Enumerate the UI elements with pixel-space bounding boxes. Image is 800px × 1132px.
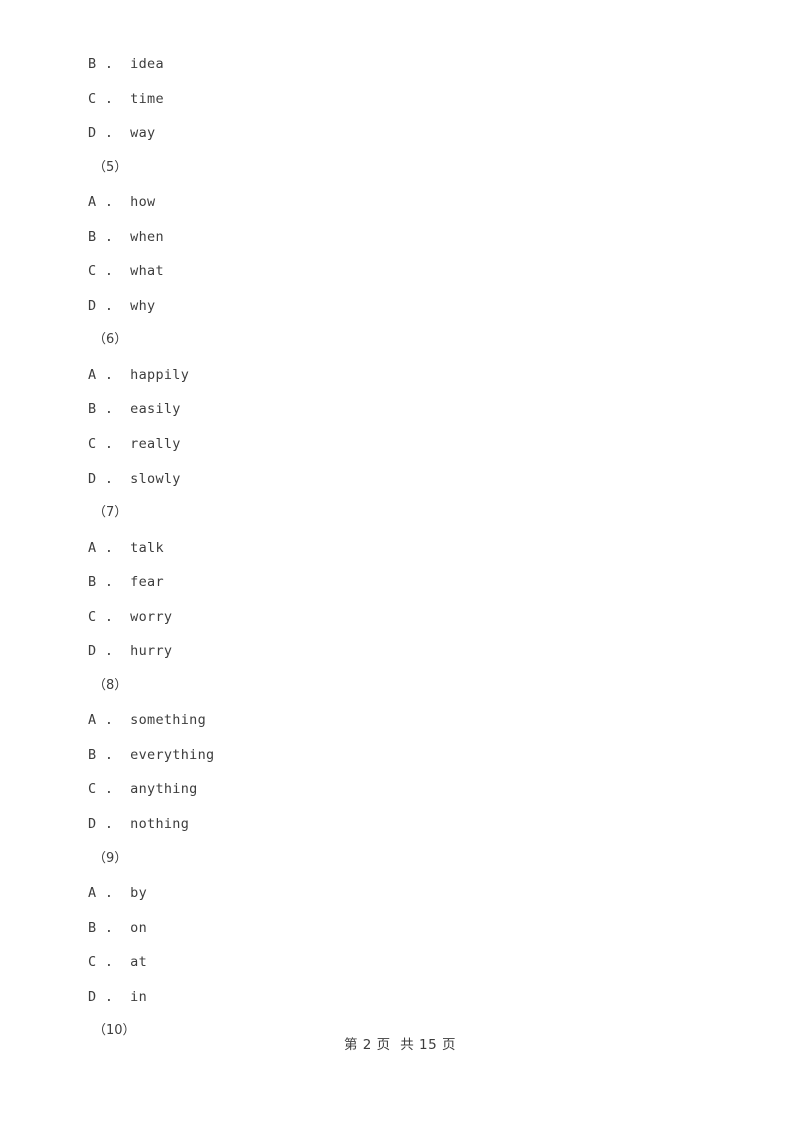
option-separator: . <box>96 574 131 591</box>
option-text: worry <box>130 608 173 625</box>
answer-option: C . time <box>88 82 708 117</box>
option-separator: . <box>96 919 131 936</box>
option-text: in <box>130 988 148 1005</box>
answer-option: B . idea <box>88 47 708 82</box>
option-separator: . <box>96 297 131 314</box>
answer-option: C . worry <box>88 600 708 635</box>
answer-option: D . slowly <box>88 462 708 497</box>
answer-option: C . at <box>88 945 708 980</box>
option-separator: . <box>96 436 131 453</box>
option-separator: . <box>96 781 131 798</box>
answer-option: B . fear <box>88 565 708 600</box>
option-text: when <box>130 228 164 245</box>
answer-option: D . nothing <box>88 807 708 842</box>
option-text: what <box>130 263 164 280</box>
option-text: idea <box>130 56 164 72</box>
option-separator: . <box>96 401 131 418</box>
option-separator: . <box>96 608 131 625</box>
option-separator: . <box>96 539 131 556</box>
option-text: fear <box>130 574 164 591</box>
option-separator: . <box>96 712 131 729</box>
option-text: by <box>130 885 148 902</box>
option-separator: . <box>96 643 131 660</box>
answer-option: A . talk <box>88 531 708 566</box>
option-text: hurry <box>130 643 173 660</box>
question-number: （7） <box>93 505 128 521</box>
answer-option: D . way <box>88 116 708 151</box>
option-separator: . <box>96 885 131 902</box>
option-text: on <box>130 919 148 936</box>
option-text: easily <box>130 401 181 418</box>
answer-option: C . what <box>88 254 708 289</box>
answer-option: A . how <box>88 185 708 220</box>
answer-option: C . anything <box>88 772 708 807</box>
option-text: really <box>130 436 181 453</box>
option-separator: . <box>96 816 131 833</box>
options-list: B . idea C . time D . way （5） A . how B . whe… <box>88 47 708 1049</box>
option-text: nothing <box>130 816 190 833</box>
option-text: way <box>130 125 156 142</box>
answer-option: C . really <box>88 427 708 462</box>
option-separator: . <box>96 228 131 245</box>
question-number: （6） <box>93 332 128 348</box>
option-separator: . <box>96 988 131 1005</box>
answer-option: A . happily <box>88 358 708 393</box>
option-separator: . <box>96 366 131 383</box>
option-text: time <box>130 90 164 107</box>
question-number: （9） <box>93 850 128 866</box>
option-text: why <box>130 297 156 314</box>
option-separator: . <box>96 954 131 971</box>
question-number: （5） <box>93 159 128 175</box>
option-text: anything <box>130 781 198 798</box>
answer-option: B . on <box>88 911 708 946</box>
option-separator: . <box>96 125 131 142</box>
question-number: （8） <box>93 677 128 693</box>
answer-option: B . when <box>88 220 708 255</box>
option-text: at <box>130 954 148 971</box>
answer-option: B . everything <box>88 738 708 773</box>
page-footer: 第 2 页 共 15 页 <box>343 1037 456 1053</box>
option-separator: . <box>96 90 131 107</box>
option-text: how <box>130 194 156 211</box>
option-text: talk <box>130 539 164 556</box>
option-separator: . <box>96 194 131 211</box>
option-separator: . <box>96 470 131 487</box>
answer-option: B . easily <box>88 392 708 427</box>
option-separator: . <box>96 263 131 280</box>
option-text: everything <box>130 746 215 763</box>
option-text: slowly <box>130 470 181 487</box>
answer-option: A . something <box>88 703 708 738</box>
answer-option: D . hurry <box>88 634 708 669</box>
option-separator: . <box>96 746 131 763</box>
option-text: something <box>130 712 207 729</box>
document-page: B . idea C . time D . way （5） A . how B . whe… <box>0 0 800 1132</box>
answer-option: D . why <box>88 289 708 324</box>
answer-option: A . by <box>88 876 708 911</box>
answer-option: D . in <box>88 980 708 1015</box>
option-separator: . <box>96 56 131 72</box>
option-text: happily <box>130 366 190 383</box>
